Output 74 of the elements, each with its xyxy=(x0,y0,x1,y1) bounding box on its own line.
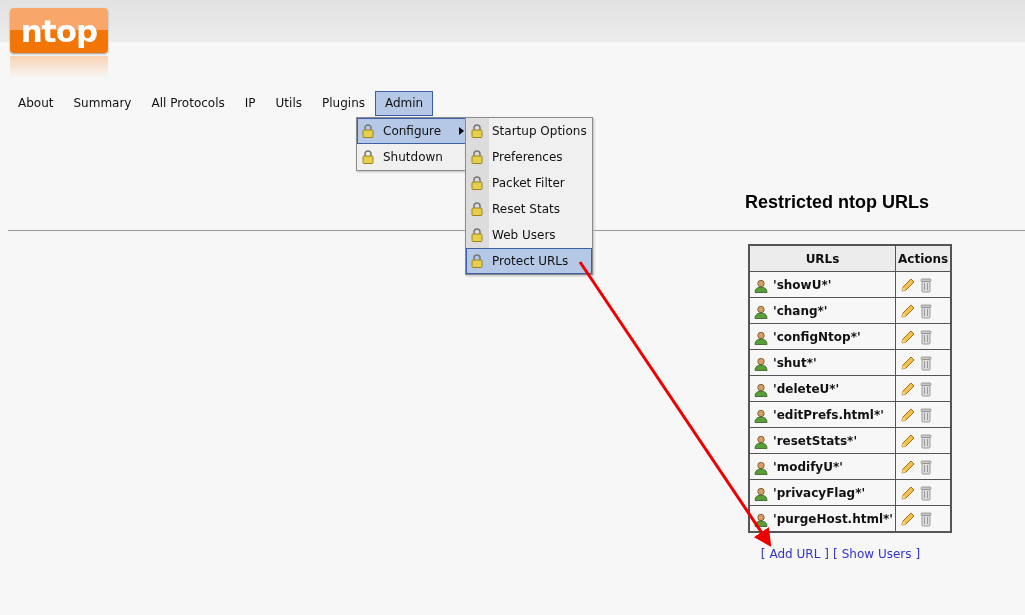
lock-icon xyxy=(362,150,374,164)
pencil-icon[interactable] xyxy=(900,484,917,501)
bracket: ] xyxy=(824,547,830,561)
nav-tab[interactable]: Summary xyxy=(63,91,142,116)
link[interactable]: Show Users xyxy=(841,547,912,561)
menu-item[interactable]: Shutdown xyxy=(357,144,467,170)
pencil-icon[interactable] xyxy=(900,276,917,293)
user-icon xyxy=(754,330,768,345)
lock-icon xyxy=(471,176,483,190)
menu-item[interactable]: Preferences xyxy=(466,144,592,170)
lock-icon xyxy=(471,254,483,268)
nav-tab[interactable]: About xyxy=(8,91,64,116)
url-pattern: 'modifyU*' xyxy=(773,459,843,474)
lock-icon xyxy=(471,202,483,216)
user-icon xyxy=(754,278,768,293)
menu-item[interactable]: Web Users xyxy=(466,222,592,248)
menu-item[interactable]: Protect URLs xyxy=(466,248,592,274)
logo: ntop xyxy=(10,8,108,53)
trash-icon[interactable] xyxy=(920,484,933,501)
trash-icon[interactable] xyxy=(920,380,933,397)
pencil-icon[interactable] xyxy=(900,354,917,371)
url-pattern: 'purgeHost.html*' xyxy=(773,511,894,526)
url-pattern: 'resetStats*' xyxy=(773,433,858,448)
pencil-icon[interactable] xyxy=(900,302,917,319)
pencil-icon[interactable] xyxy=(900,510,917,527)
lock-icon xyxy=(362,124,374,138)
submenu-arrow-icon xyxy=(459,127,464,135)
nav-tab[interactable]: Admin xyxy=(375,91,434,116)
nav-tab[interactable]: Plugins xyxy=(312,91,375,116)
user-icon xyxy=(754,304,768,319)
trash-icon[interactable] xyxy=(920,432,933,449)
pencil-icon[interactable] xyxy=(900,380,917,397)
url-pattern: 'deleteU*' xyxy=(773,381,840,396)
url-pattern: 'chang*' xyxy=(773,303,828,318)
user-icon xyxy=(754,512,768,527)
trash-icon[interactable] xyxy=(920,406,933,423)
user-icon xyxy=(754,382,768,397)
lock-icon xyxy=(471,150,483,164)
column-header: Actions xyxy=(895,245,952,272)
user-icon xyxy=(754,486,768,501)
trash-icon[interactable] xyxy=(920,302,933,319)
pencil-icon[interactable] xyxy=(900,406,917,423)
url-pattern: 'shut*' xyxy=(773,355,817,370)
trash-icon[interactable] xyxy=(920,328,933,345)
user-icon xyxy=(754,408,768,423)
link[interactable]: Add URL xyxy=(769,547,821,561)
user-icon xyxy=(754,460,768,475)
url-pattern: 'privacyFlag*' xyxy=(773,485,866,500)
menu-item[interactable]: Startup Options xyxy=(466,118,592,144)
bracket: [ xyxy=(760,547,766,561)
trash-icon[interactable] xyxy=(920,458,933,475)
lock-icon xyxy=(471,124,483,138)
lock-icon xyxy=(471,228,483,242)
pencil-icon[interactable] xyxy=(900,328,917,345)
bracket: ] xyxy=(915,547,921,561)
menu-item[interactable]: Packet Filter xyxy=(466,170,592,196)
page-title: Restricted ntop URLs xyxy=(745,192,930,212)
nav-tab[interactable]: IP xyxy=(234,91,266,116)
pencil-icon[interactable] xyxy=(900,458,917,475)
trash-icon[interactable] xyxy=(920,276,933,293)
pencil-icon[interactable] xyxy=(900,432,917,449)
user-icon xyxy=(754,434,768,449)
trash-icon[interactable] xyxy=(920,354,933,371)
bracket: [ xyxy=(833,547,838,561)
trash-icon[interactable] xyxy=(920,510,933,527)
menu-item[interactable]: Reset Stats xyxy=(466,196,592,222)
nav-tab[interactable]: All Protocols xyxy=(141,91,235,116)
url-pattern: 'configNtop*' xyxy=(773,329,861,344)
user-icon xyxy=(754,356,768,371)
url-pattern: 'showU*' xyxy=(773,277,832,292)
menu-item[interactable]: Configure xyxy=(357,118,467,144)
column-header: URLs xyxy=(749,245,896,272)
url-pattern: 'editPrefs.html*' xyxy=(773,407,884,422)
nav-tab[interactable]: Utils xyxy=(265,91,312,116)
